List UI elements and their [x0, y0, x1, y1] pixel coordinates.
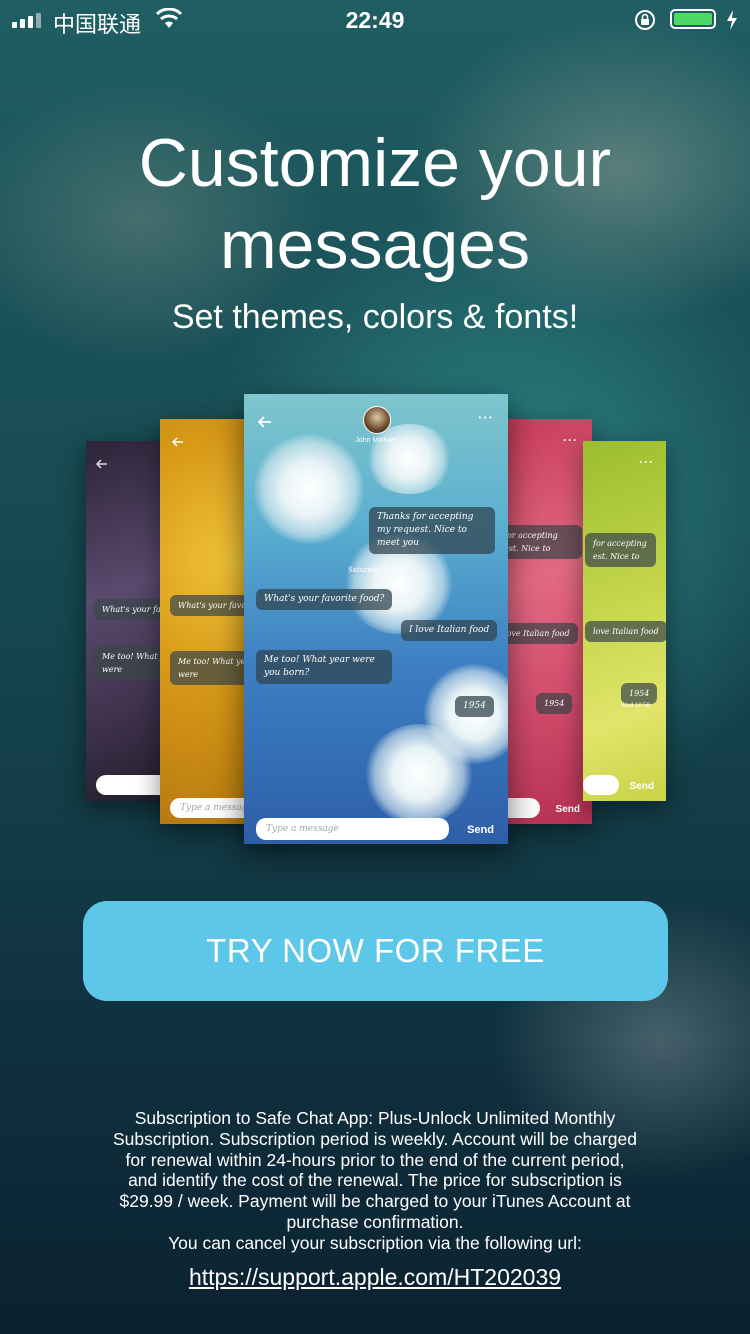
send-button: Send	[467, 824, 494, 836]
more-icon: ···	[563, 433, 578, 447]
message-time: Wed 18:58	[621, 703, 650, 709]
message-input: Type a message	[256, 818, 449, 840]
terms-line: Subscription. Subscription period is wee…	[113, 1128, 637, 1149]
page-subtitle: Set themes, colors & fonts!	[171, 298, 579, 336]
message-bubble: I love Italian food	[401, 620, 498, 641]
terms-line: and identify the cost of the renewal. Th…	[128, 1170, 622, 1191]
rotation-lock-icon	[635, 10, 655, 30]
charging-icon	[727, 10, 737, 30]
more-icon: ···	[478, 410, 494, 425]
message-bubble: Thanks for accepting my request. Nice to…	[369, 507, 495, 554]
more-icon: ···	[639, 455, 654, 469]
battery-icon	[670, 9, 716, 29]
try-now-button[interactable]: TRY NOW FOR FREE	[83, 901, 668, 1001]
support-link[interactable]: https://support.apple.com/HT202039	[189, 1264, 561, 1290]
terms-line: for renewal within 24-hours prior to the…	[125, 1149, 625, 1170]
terms-line: $29.99 / week. Payment will be charged t…	[119, 1191, 631, 1212]
blossom-decoration	[364, 424, 454, 494]
terms-line: Subscription to Safe Chat App: Plus-Unlo…	[134, 1108, 616, 1128]
contact-name: John Michael	[355, 437, 397, 444]
message-bubble: for accepting est. Nice to	[496, 525, 582, 559]
support-link-container: https://support.apple.com/HT202039	[0, 1264, 750, 1291]
terms-line: You can cancel your subscription via the…	[168, 1232, 582, 1253]
message-bubble: 1954	[621, 683, 658, 704]
terms-line: purchase confirmation.	[286, 1211, 464, 1232]
message-input	[583, 775, 619, 795]
message-bubble: 1954	[536, 693, 573, 714]
send-button: Send	[555, 804, 580, 815]
message-bubble: love Italian food	[496, 623, 578, 644]
page-title: Customize your messages	[138, 125, 612, 283]
send-button: Send	[629, 781, 654, 792]
message-bubble: What's your favo	[170, 595, 255, 616]
subscription-terms: Subscription to Safe Chat App: Plus-Unlo…	[60, 1108, 690, 1254]
message-bubble: 1954	[455, 696, 494, 717]
message-bubble: What's your favorite food?	[256, 589, 393, 610]
composer-bar: Send	[583, 771, 666, 801]
back-arrow-icon	[96, 459, 107, 469]
message-bubble: Me too! What year were you born?	[256, 650, 392, 684]
avatar	[363, 406, 391, 434]
day-label: Saturday 20:21	[348, 566, 403, 574]
status-bar: 中国联通 22:49	[0, 0, 750, 40]
message-bubble: love Italian food	[585, 621, 666, 642]
back-arrow-icon	[258, 416, 271, 428]
theme-card-blue: John Michael ··· Thanks for accepting my…	[244, 394, 508, 844]
composer-bar: Type a message Send	[244, 808, 508, 844]
message-bubble: for accepting est. Nice to	[585, 533, 656, 567]
blossom-decoration	[254, 434, 364, 544]
theme-card-green: ··· for accepting est. Nice to love Ital…	[583, 441, 666, 801]
back-arrow-icon	[172, 437, 183, 447]
